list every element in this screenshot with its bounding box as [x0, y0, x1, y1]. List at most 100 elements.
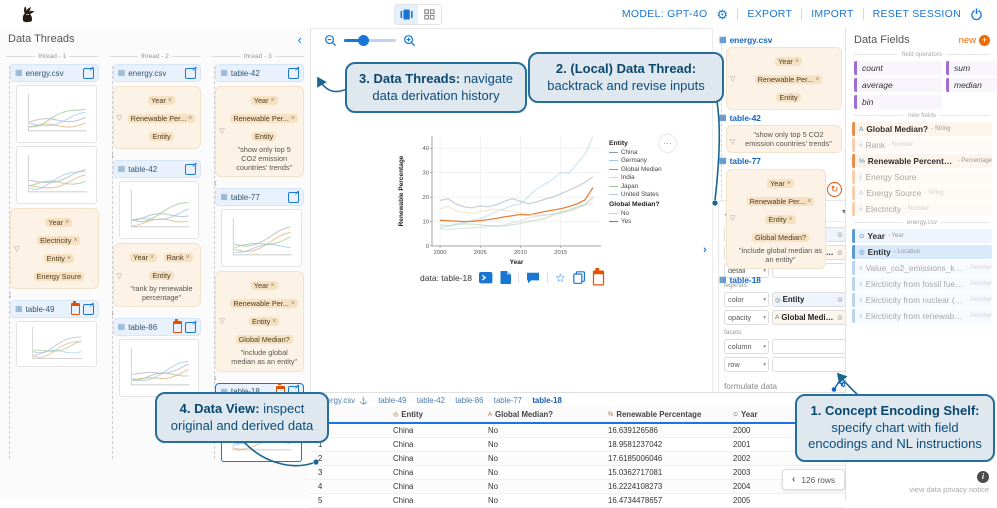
- color-channel-select[interactable]: color▾: [724, 292, 769, 307]
- rerun-derivation-icon[interactable]: ↻: [827, 182, 842, 197]
- column-channel-select[interactable]: column▾: [724, 339, 769, 354]
- field-electricity-fossil[interactable]: #Electricity from fossil fuels (...- Num…: [852, 277, 992, 291]
- export-table-icon[interactable]: ↗: [83, 68, 94, 79]
- operator-count[interactable]: count: [854, 61, 942, 75]
- favorite-star-icon[interactable]: ☆: [555, 272, 566, 284]
- derivation-prompt[interactable]: ▽ "show only top 5 CO2 emission countrie…: [726, 125, 842, 153]
- table-card-77[interactable]: ▦ table-77 ↗: [215, 188, 304, 206]
- derivation-prompt[interactable]: ▽ Year× Renewable Per...× Entity× Global…: [215, 271, 304, 371]
- field-energy-source[interactable]: AEnergy Source- String: [852, 186, 992, 200]
- operator-median[interactable]: median: [946, 78, 997, 92]
- color-field[interactable]: ◎ Entity ⊗: [772, 292, 846, 307]
- reset-session-button[interactable]: RESET SESSION: [873, 8, 961, 20]
- table-row[interactable]: 3China No15.0362717081 2003: [310, 466, 845, 480]
- opacity-channel-select[interactable]: opacity▾: [724, 310, 769, 325]
- field-renewable-percentage[interactable]: %Renewable Percentage- Percentage: [852, 154, 992, 168]
- export-table-icon[interactable]: ↗: [185, 322, 196, 333]
- derivation-prompt[interactable]: ▽ Year× Renewable Per...× Entity "show o…: [215, 86, 304, 177]
- chart-thumbnail[interactable]: [221, 209, 302, 267]
- remove-icon[interactable]: ×: [150, 253, 154, 262]
- chart-thumbnail[interactable]: [16, 85, 97, 143]
- remove-icon[interactable]: ×: [271, 96, 275, 105]
- table-card-42[interactable]: ▦ table-42 ↗: [113, 160, 202, 178]
- remove-field-icon[interactable]: ⊗: [837, 248, 843, 257]
- remove-icon[interactable]: ×: [795, 57, 799, 66]
- table-row[interactable]: 1China No18.9581237042 2001: [310, 438, 845, 452]
- column-field-empty[interactable]: [772, 339, 846, 354]
- remove-icon[interactable]: ×: [168, 96, 172, 105]
- field-year[interactable]: ⊙Year- Year: [852, 229, 992, 243]
- collapse-panel-icon[interactable]: ‹: [298, 33, 302, 46]
- delete-table-icon[interactable]: [173, 321, 182, 333]
- derivation-prompt[interactable]: ▽ Year× Renewable Per...× Entity: [726, 47, 842, 110]
- remove-icon[interactable]: ×: [787, 179, 791, 188]
- import-button[interactable]: IMPORT: [811, 8, 853, 20]
- chart-thumbnail[interactable]: [119, 339, 200, 397]
- operator-sum[interactable]: sum: [946, 61, 997, 75]
- delete-chart-icon[interactable]: [593, 270, 604, 285]
- field-electricity[interactable]: #Electricity- Number: [852, 202, 992, 216]
- thread-node-table-42[interactable]: ▦ table-42: [719, 113, 842, 123]
- view-code-icon[interactable]: [479, 272, 493, 284]
- table-card-86[interactable]: ▦ table-86 ↗: [113, 318, 202, 336]
- field-energy-soure[interactable]: ƒEnergy Soure: [852, 170, 992, 184]
- table-row[interactable]: 0China No16.639126586 2000: [310, 424, 845, 438]
- chat-feedback-icon[interactable]: [526, 272, 540, 284]
- prev-page-icon[interactable]: ‹: [792, 474, 795, 485]
- derivation-prompt[interactable]: ▽ Year× Electricity× Entity× Energy Sour…: [10, 208, 99, 289]
- derivation-prompt[interactable]: ▽ Year× Rank× Entity "rank by renewable …: [113, 243, 202, 307]
- slider-thumb[interactable]: [358, 35, 369, 46]
- remove-icon[interactable]: ×: [807, 197, 811, 206]
- remove-icon[interactable]: ×: [291, 114, 295, 123]
- shelf-expand-icon[interactable]: ›: [703, 244, 707, 256]
- chart-thumbnail[interactable]: [16, 146, 97, 204]
- field-entity[interactable]: ◎Entity- Location: [852, 245, 992, 259]
- export-table-icon[interactable]: ↗: [185, 68, 196, 79]
- info-icon[interactable]: i: [977, 471, 989, 483]
- remove-field-icon[interactable]: ⊗: [837, 295, 843, 304]
- derivation-prompt[interactable]: ▽ Year× Renewable Per...× Entity× Global…: [726, 169, 826, 269]
- operator-average[interactable]: average: [854, 78, 942, 92]
- chart-thumbnail[interactable]: [16, 321, 97, 367]
- remove-icon[interactable]: ×: [271, 281, 275, 290]
- field-global-median[interactable]: AGlobal Median?- String: [852, 122, 992, 136]
- table-card-42[interactable]: ▦ table-42 ↗: [215, 64, 304, 82]
- field-co2-emissions[interactable]: #Value_co2_emissions_kt_by...- Number: [852, 261, 992, 275]
- export-table-icon[interactable]: ↗: [83, 304, 94, 315]
- thread-node-table-77[interactable]: ▦ table-77: [719, 156, 842, 166]
- remove-icon[interactable]: ×: [67, 254, 71, 263]
- thread-node-table-18[interactable]: ▦ table-18: [719, 275, 842, 285]
- tab-table-86[interactable]: table-86: [455, 396, 483, 405]
- table-row[interactable]: 4China No16.2224108273 2004: [310, 480, 845, 494]
- row-channel-select[interactable]: row▾: [724, 357, 769, 372]
- remove-icon[interactable]: ×: [272, 317, 276, 326]
- export-table-icon[interactable]: ↗: [288, 192, 299, 203]
- settings-gear-icon[interactable]: ⚙: [716, 8, 728, 21]
- export-table-icon[interactable]: ↗: [185, 164, 196, 175]
- thread-node-energy[interactable]: ▦ energy.csv: [719, 35, 842, 45]
- delete-table-icon[interactable]: [71, 303, 80, 315]
- power-icon[interactable]: [970, 8, 983, 21]
- chart-thumbnail[interactable]: [119, 181, 200, 239]
- export-table-icon[interactable]: ↗: [288, 68, 299, 79]
- table-card-49[interactable]: ▦ table-49 ↗: [10, 300, 99, 318]
- grid-view-toggle[interactable]: [418, 5, 441, 24]
- remove-icon[interactable]: ×: [188, 114, 192, 123]
- table-row[interactable]: 5China No16.4734478657 2005: [310, 494, 845, 508]
- remove-icon[interactable]: ×: [73, 236, 77, 245]
- remove-icon[interactable]: ×: [65, 218, 69, 227]
- tab-table-77[interactable]: table-77: [494, 396, 522, 405]
- new-field-button[interactable]: new +: [959, 35, 990, 46]
- table-card-energy[interactable]: ▦ energy.csv ↗: [113, 64, 202, 82]
- derivation-prompt[interactable]: ▽ Year× Renewable Per...× Entity: [113, 86, 202, 149]
- field-electricity-renewables[interactable]: #Electricity from renewables ...- Number: [852, 309, 992, 323]
- field-rank[interactable]: #Rank- Number: [852, 138, 992, 152]
- operator-bin[interactable]: bin: [854, 95, 942, 109]
- tab-table-49[interactable]: table-49: [378, 396, 406, 405]
- copy-chart-icon[interactable]: [573, 271, 585, 284]
- tab-table-42[interactable]: table-42: [417, 396, 445, 405]
- row-count-pager[interactable]: ‹ 126 rows: [782, 469, 845, 490]
- remove-icon[interactable]: ×: [186, 253, 190, 262]
- model-selector[interactable]: MODEL: GPT-4O: [622, 8, 708, 20]
- tab-table-18-active[interactable]: table-18: [532, 396, 561, 405]
